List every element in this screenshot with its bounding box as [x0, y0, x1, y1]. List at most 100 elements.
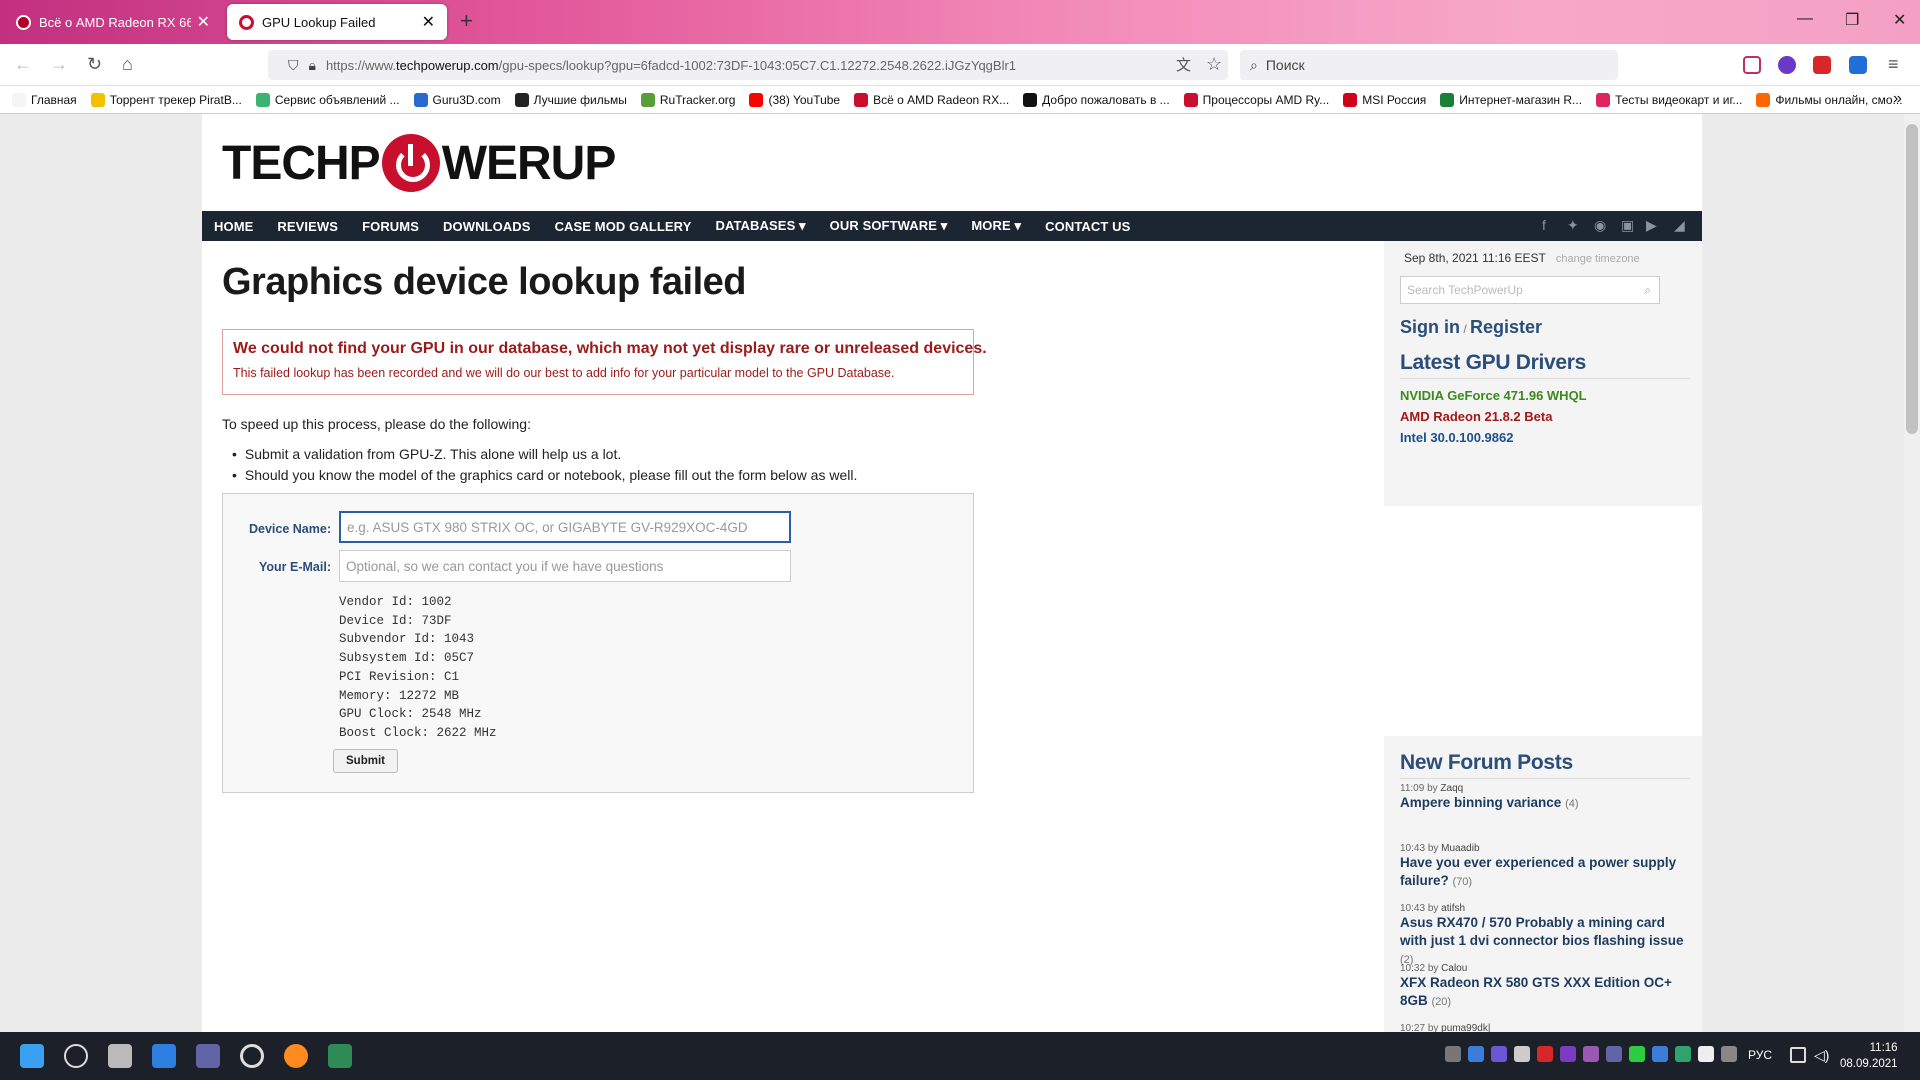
steam-icon[interactable]: ◉ [1594, 217, 1610, 233]
shield-icon[interactable]: ⛉ [288, 57, 299, 74]
site-search-input[interactable]: Search TechPowerUp ⌕ [1400, 276, 1660, 304]
search-input[interactable]: ⌕ Поиск [1240, 50, 1618, 80]
close-icon[interactable]: ✕ [197, 12, 210, 32]
sign-in-link[interactable]: Sign in [1400, 317, 1460, 337]
change-timezone-link[interactable]: change timezone [1556, 253, 1640, 265]
submit-button[interactable]: Submit [333, 749, 398, 773]
nav-item[interactable]: CASE MOD GALLERY [555, 219, 692, 234]
firefox-icon[interactable] [284, 1044, 308, 1068]
post-title-link[interactable]: Have you ever experienced a power supply… [1400, 854, 1690, 891]
translate-icon[interactable]: 文 [1176, 54, 1191, 75]
tray-app-icon[interactable] [1514, 1046, 1530, 1062]
register-link[interactable]: Register [1470, 317, 1542, 337]
search-icon[interactable]: ⌕ [1644, 283, 1651, 298]
more-bookmarks-icon[interactable]: » [1893, 90, 1902, 108]
tray-app-icon[interactable] [1652, 1046, 1668, 1062]
youtube-icon[interactable]: ▶ [1646, 217, 1662, 233]
bookmark-item[interactable]: RuTracker.org [640, 92, 735, 107]
translate-extension-icon[interactable] [1849, 56, 1867, 74]
tray-app-icon[interactable] [1560, 1046, 1576, 1062]
forward-icon[interactable]: → [50, 54, 68, 75]
network-icon[interactable] [1790, 1047, 1806, 1063]
post-title-link[interactable]: Asus RX470 / 570 Probably a mining card … [1400, 914, 1690, 969]
pocket-icon[interactable] [1743, 56, 1761, 74]
twitter-icon[interactable]: ✦ [1567, 217, 1583, 233]
minimize-icon[interactable]: — [1797, 10, 1813, 28]
email-input[interactable]: Optional, so we can contact you if we ha… [339, 550, 791, 582]
tray-app-icon[interactable] [1721, 1046, 1737, 1062]
new-tab-icon[interactable]: + [460, 8, 473, 34]
driver-link[interactable]: NVIDIA GeForce 471.96 WHQL [1400, 388, 1587, 403]
post-user[interactable]: Calou [1441, 963, 1467, 974]
nav-item[interactable]: REVIEWS [277, 219, 338, 234]
volume-icon[interactable]: ◁) [1814, 1047, 1829, 1064]
nav-item[interactable]: DATABASES ▾ [715, 218, 805, 234]
bookmark-item[interactable]: Процессоры AMD Ry... [1183, 92, 1329, 107]
bookmark-item[interactable]: Добро пожаловать в ... [1023, 92, 1170, 107]
nav-item[interactable]: CONTACT US [1045, 219, 1130, 234]
bookmark-item[interactable]: Всё о AMD Radeon RX... [854, 92, 1009, 107]
bookmark-item[interactable]: Фильмы онлайн, смо... [1756, 92, 1903, 107]
post-user[interactable]: atifsh [1441, 903, 1465, 914]
nav-item[interactable]: FORUMS [362, 219, 419, 234]
tray-app-icon[interactable] [1675, 1046, 1691, 1062]
app-circle-icon[interactable] [240, 1044, 264, 1068]
bookmark-item[interactable]: Тесты видеокарт и иг... [1596, 92, 1742, 107]
bookmark-item[interactable]: Лучшие фильмы [514, 92, 627, 107]
tray-app-icon[interactable] [1537, 1046, 1553, 1062]
windows-start-icon[interactable] [20, 1044, 44, 1068]
post-title-link[interactable]: XFX Radeon RX 580 GTS XXX Edition OC+ 8G… [1400, 974, 1690, 1011]
tray-app-icon[interactable] [1583, 1046, 1599, 1062]
language-indicator[interactable]: РУС [1748, 1048, 1772, 1062]
bookmark-item[interactable]: Главная [12, 92, 77, 107]
tray-app-icon[interactable] [1445, 1046, 1461, 1062]
close-icon[interactable]: ✕ [422, 12, 435, 32]
bookmark-item[interactable]: Интернет-магазин R... [1440, 92, 1582, 107]
address-bar[interactable]: ⛉ 🔒︎ https://www.techpowerup.com/gpu-spe… [268, 50, 1228, 80]
nav-item[interactable]: HOME [214, 219, 253, 234]
widgets-icon[interactable] [152, 1044, 176, 1068]
reload-icon[interactable]: ↻ [87, 54, 102, 75]
nav-item[interactable]: OUR SOFTWARE ▾ [830, 218, 948, 234]
chat-icon[interactable] [196, 1044, 220, 1068]
close-window-icon[interactable]: ✕ [1893, 10, 1906, 30]
bookmark-star-icon[interactable]: ☆ [1206, 54, 1222, 75]
lock-icon[interactable]: 🔒︎ [309, 57, 316, 74]
bookmark-item[interactable]: Сервис объявлений ... [255, 92, 400, 107]
post-user[interactable]: Zaqq [1440, 783, 1463, 794]
url-text[interactable]: https://www.techpowerup.com/gpu-specs/lo… [326, 58, 1016, 73]
search-icon[interactable] [64, 1044, 88, 1068]
instagram-icon[interactable]: ▣ [1621, 217, 1637, 233]
scrollbar-thumb[interactable] [1906, 124, 1918, 434]
tray-app-icon[interactable] [1491, 1046, 1507, 1062]
home-icon[interactable]: ⌂ [122, 54, 133, 75]
clock[interactable]: 11:16 08.09.2021 [1840, 1040, 1898, 1072]
facebook-icon[interactable]: f [1542, 217, 1558, 233]
tray-app-icon[interactable] [1468, 1046, 1484, 1062]
post-title-link[interactable]: Ampere binning variance (4) [1400, 794, 1690, 813]
bookmark-item[interactable]: MSI Россия [1343, 92, 1426, 107]
driver-link[interactable]: Intel 30.0.100.9862 [1400, 430, 1513, 445]
tray-app-icon[interactable] [1698, 1046, 1714, 1062]
menu-icon[interactable]: ≡ [1888, 54, 1899, 75]
tab-amd-radeon[interactable]: Всё о AMD Radeon RX 6600 XT | Т ✕ [4, 4, 222, 40]
post-user[interactable]: puma99dk| [1441, 1023, 1490, 1032]
nav-item[interactable]: DOWNLOADS [443, 219, 531, 234]
tray-app-icon[interactable] [1629, 1046, 1645, 1062]
driver-link[interactable]: AMD Radeon 21.8.2 Beta [1400, 409, 1552, 424]
techpowerup-logo[interactable]: TECHP WERUP [222, 128, 616, 198]
restore-icon[interactable]: ❐ [1845, 10, 1859, 30]
extension-s-icon[interactable] [1778, 56, 1796, 74]
tray-app-icon[interactable] [1606, 1046, 1622, 1062]
nav-item[interactable]: MORE ▾ [971, 218, 1021, 234]
tab-gpu-lookup[interactable]: GPU Lookup Failed ✕ [227, 4, 447, 40]
gpu-z-icon[interactable] [328, 1044, 352, 1068]
post-user[interactable]: Muaadib [1441, 843, 1479, 854]
bookmark-item[interactable]: Торрент трекер PiratB... [90, 92, 242, 107]
bookmark-item[interactable]: Guru3D.com [413, 92, 501, 107]
extension-badge-icon[interactable] [1813, 56, 1831, 74]
bookmark-item[interactable]: (38) YouTube [749, 92, 840, 107]
rss-icon[interactable]: ◢ [1674, 217, 1690, 233]
device-name-input[interactable]: e.g. ASUS GTX 980 STRIX OC, or GIGABYTE … [339, 511, 791, 543]
task-view-icon[interactable] [108, 1044, 132, 1068]
